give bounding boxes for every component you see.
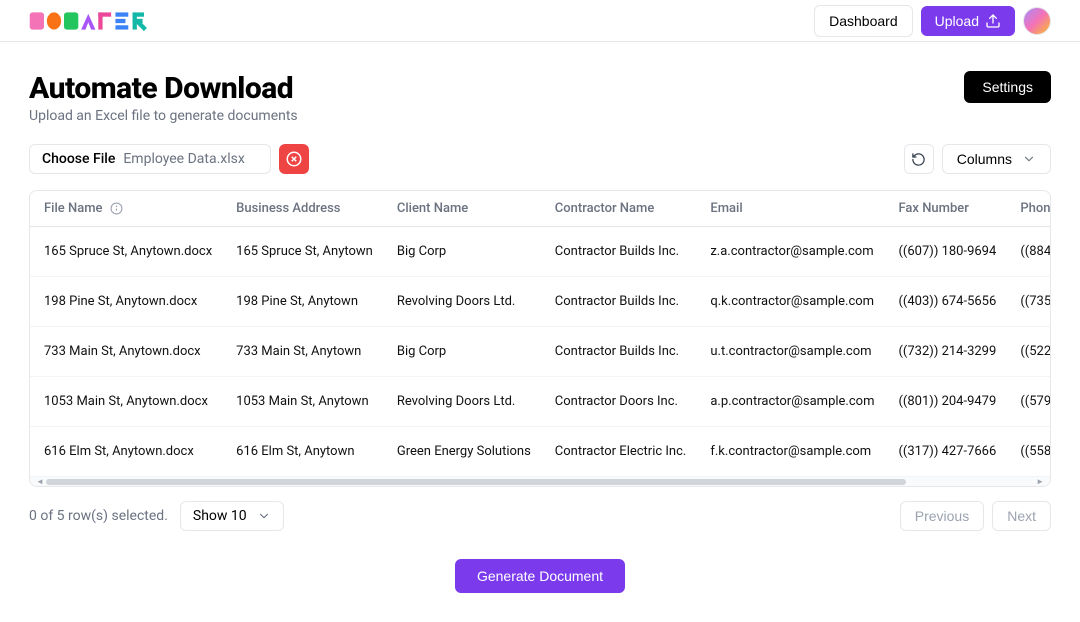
cell-client-name: Revolving Doors Ltd. [385,377,543,427]
col-contractor-name[interactable]: Contractor Name [543,191,699,227]
page-header: Automate Download Upload an Excel file t… [29,71,1051,124]
horizontal-scrollbar[interactable]: ◄ ► [30,476,1050,486]
selection-count: 0 of 5 row(s) selected. [29,508,168,524]
cell-email: f.k.contractor@sample.com [698,427,886,477]
cell-client-name: Big Corp [385,227,543,277]
col-business-address[interactable]: Business Address [224,191,385,227]
cell-email: a.p.contractor@sample.com [698,377,886,427]
cell-contractor-name: Contractor Builds Inc. [543,277,699,327]
cell-email: z.a.contractor@sample.com [698,227,886,277]
cell-email: u.t.contractor@sample.com [698,327,886,377]
col-file-name[interactable]: File Name [30,191,224,227]
page-size-select[interactable]: Show 10 [180,501,284,531]
col-client-name[interactable]: Client Name [385,191,543,227]
cell-phone-number: ((735)) 455-9564 [1008,277,1050,327]
cell-contractor-name: Contractor Builds Inc. [543,227,699,277]
cell-file-name: 733 Main St, Anytown.docx [30,327,224,377]
clear-file-button[interactable] [279,144,309,174]
cell-client-name: Big Corp [385,327,543,377]
cell-client-name: Green Energy Solutions [385,427,543,477]
page-subtitle: Upload an Excel file to generate documen… [29,108,298,124]
cell-phone-number: ((579)) 553-9744 [1008,377,1050,427]
app-header: Dashboard Upload [0,0,1080,42]
table-header-row: File Name Business Address Client Name C… [30,191,1050,227]
upload-button[interactable]: Upload [921,6,1015,36]
upload-icon [985,13,1001,29]
header-actions: Dashboard Upload [814,5,1051,37]
scrollbar-thumb[interactable] [46,479,906,485]
next-button[interactable]: Next [992,501,1051,531]
columns-button[interactable]: Columns [942,144,1051,174]
cell-contractor-name: Contractor Doors Inc. [543,377,699,427]
col-phone-number[interactable]: Phone Number [1008,191,1050,227]
col-email[interactable]: Email [698,191,886,227]
logo[interactable] [29,11,159,31]
cell-phone-number: ((558)) 507-1717 [1008,427,1050,477]
refresh-button[interactable] [904,144,934,174]
cell-email: q.k.contractor@sample.com [698,277,886,327]
main-content: Automate Download Upload an Excel file t… [0,42,1080,622]
cell-file-name: 1053 Main St, Anytown.docx [30,377,224,427]
chevron-down-icon [257,509,271,523]
cell-fax-number: ((607)) 180-9694 [886,227,1008,277]
cell-fax-number: ((801)) 204-9479 [886,377,1008,427]
cell-client-name: Revolving Doors Ltd. [385,277,543,327]
file-toolbar: Choose File Employee Data.xlsx Columns [29,144,1051,174]
selected-file-name: Employee Data.xlsx [123,151,244,167]
logo-icon [29,11,159,31]
cell-phone-number: ((884)) 924-5486 [1008,227,1050,277]
generate-row: Generate Document [29,559,1051,593]
table-footer: 0 of 5 row(s) selected. Show 10 Previous… [29,501,1051,531]
upload-label: Upload [935,13,979,29]
table-row[interactable]: 165 Spruce St, Anytown.docx165 Spruce St… [30,227,1050,277]
table-row[interactable]: 1053 Main St, Anytown.docx1053 Main St, … [30,377,1050,427]
data-table: File Name Business Address Client Name C… [29,190,1051,487]
cell-business-address: 165 Spruce St, Anytown [224,227,385,277]
table-row[interactable]: 616 Elm St, Anytown.docx616 Elm St, Anyt… [30,427,1050,477]
cell-business-address: 198 Pine St, Anytown [224,277,385,327]
cell-file-name: 198 Pine St, Anytown.docx [30,277,224,327]
generate-document-button[interactable]: Generate Document [455,559,625,593]
refresh-icon [911,152,926,167]
columns-label: Columns [957,151,1012,167]
cell-business-address: 733 Main St, Anytown [224,327,385,377]
cell-phone-number: ((522)) 274-6782 [1008,327,1050,377]
settings-button[interactable]: Settings [964,71,1051,103]
scroll-right-arrow-icon: ► [1034,477,1046,486]
table-row[interactable]: 198 Pine St, Anytown.docx198 Pine St, An… [30,277,1050,327]
page-size-label: Show 10 [193,508,247,524]
page-title: Automate Download [29,71,298,106]
scroll-left-arrow-icon: ◄ [34,477,46,486]
cell-fax-number: ((317)) 427-7666 [886,427,1008,477]
col-fax-number[interactable]: Fax Number [886,191,1008,227]
choose-file-label: Choose File [42,151,115,167]
cell-business-address: 616 Elm St, Anytown [224,427,385,477]
file-input[interactable]: Choose File Employee Data.xlsx [29,144,271,174]
cell-business-address: 1053 Main St, Anytown [224,377,385,427]
cell-file-name: 616 Elm St, Anytown.docx [30,427,224,477]
avatar[interactable] [1023,7,1051,35]
close-circle-icon [285,150,303,168]
previous-button[interactable]: Previous [900,501,984,531]
pagination: Previous Next [900,501,1051,531]
info-icon [110,202,123,215]
cell-contractor-name: Contractor Builds Inc. [543,327,699,377]
dashboard-button[interactable]: Dashboard [814,5,913,37]
table-row[interactable]: 733 Main St, Anytown.docx733 Main St, An… [30,327,1050,377]
chevron-down-icon [1022,152,1036,166]
cell-file-name: 165 Spruce St, Anytown.docx [30,227,224,277]
cell-contractor-name: Contractor Electric Inc. [543,427,699,477]
cell-fax-number: ((403)) 674-5656 [886,277,1008,327]
cell-fax-number: ((732)) 214-3299 [886,327,1008,377]
